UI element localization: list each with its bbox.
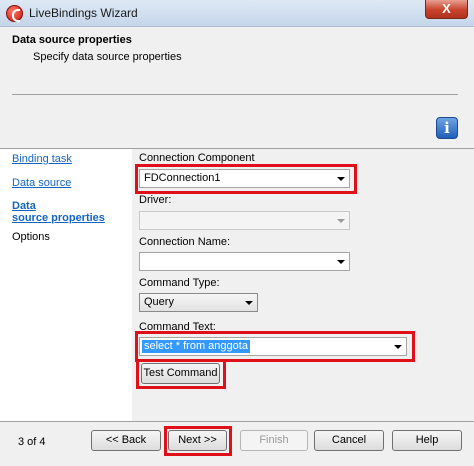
cancel-button[interactable]: Cancel: [314, 430, 384, 451]
title-bar: LiveBindings Wizard X: [0, 0, 474, 27]
app-icon: [6, 5, 23, 22]
back-button[interactable]: << Back: [91, 430, 161, 451]
highlight-connection-component: [135, 164, 357, 194]
page-subtitle: Specify data source properties: [33, 51, 182, 63]
connection-name-select[interactable]: [139, 252, 350, 271]
page-counter: 3 of 4: [18, 436, 46, 448]
driver-select[interactable]: [139, 211, 350, 230]
properties-panel: Connection Component FDConnection1 Drive…: [132, 149, 474, 421]
wizard-nav: Binding task Data source Data source pro…: [0, 149, 132, 421]
command-type-value: Query: [144, 296, 174, 308]
nav-item-label-line1: Data: [12, 200, 36, 212]
driver-label: Driver:: [139, 194, 172, 206]
close-button[interactable]: X: [425, 0, 468, 19]
command-type-select[interactable]: Query: [139, 293, 258, 312]
page-title: Data source properties: [12, 34, 132, 46]
chevron-down-icon: [245, 301, 253, 305]
nav-item-data-source[interactable]: Data source: [12, 177, 71, 189]
help-button[interactable]: Help: [392, 430, 462, 451]
connection-name-label: Connection Name:: [139, 236, 231, 248]
wizard-header: Data source properties Specify data sour…: [0, 27, 474, 148]
nav-item-options: Options: [12, 231, 50, 243]
highlight-command-text: [135, 331, 415, 362]
nav-item-binding-task[interactable]: Binding task: [12, 153, 72, 165]
highlight-test-command: [136, 359, 226, 389]
header-divider: [12, 94, 458, 95]
nav-item-label-line2: source properties: [12, 212, 105, 224]
wizard-footer: 3 of 4 << Back Next >> Finish Cancel Hel…: [0, 422, 474, 466]
window-title: LiveBindings Wizard: [29, 6, 138, 20]
chevron-down-icon: [337, 260, 345, 264]
info-icon[interactable]: i: [436, 117, 458, 139]
command-type-label: Command Type:: [139, 277, 220, 289]
chevron-down-icon: [337, 219, 345, 223]
finish-button[interactable]: Finish: [240, 430, 308, 451]
connection-component-label: Connection Component: [139, 152, 255, 164]
highlight-next: [164, 426, 232, 456]
nav-item-data-source-properties[interactable]: Data source properties: [12, 200, 105, 224]
